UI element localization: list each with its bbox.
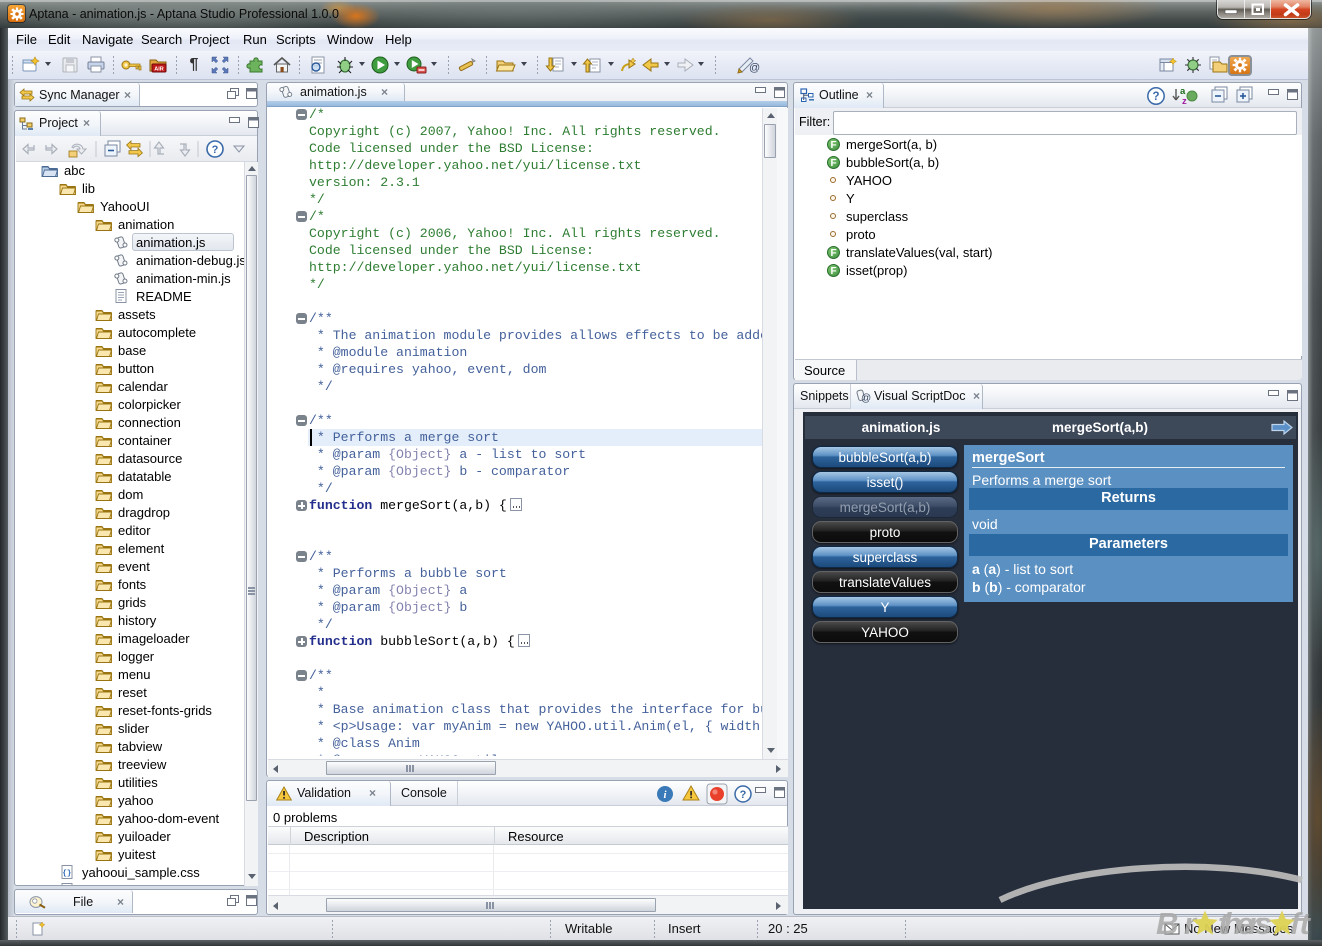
svg-text:AIR: AIR xyxy=(154,67,164,73)
svg-text:@: @ xyxy=(749,62,760,74)
svg-text:?: ? xyxy=(740,789,747,801)
svg-text:?: ? xyxy=(212,144,219,156)
svg-text:Br: Br xyxy=(1156,906,1198,941)
svg-text:z: z xyxy=(1182,96,1187,107)
svg-text:@: @ xyxy=(861,393,871,404)
svg-text:thers: thers xyxy=(1218,906,1272,941)
svg-text:?: ? xyxy=(1152,91,1159,103)
svg-text:ft: ft xyxy=(1290,906,1312,941)
